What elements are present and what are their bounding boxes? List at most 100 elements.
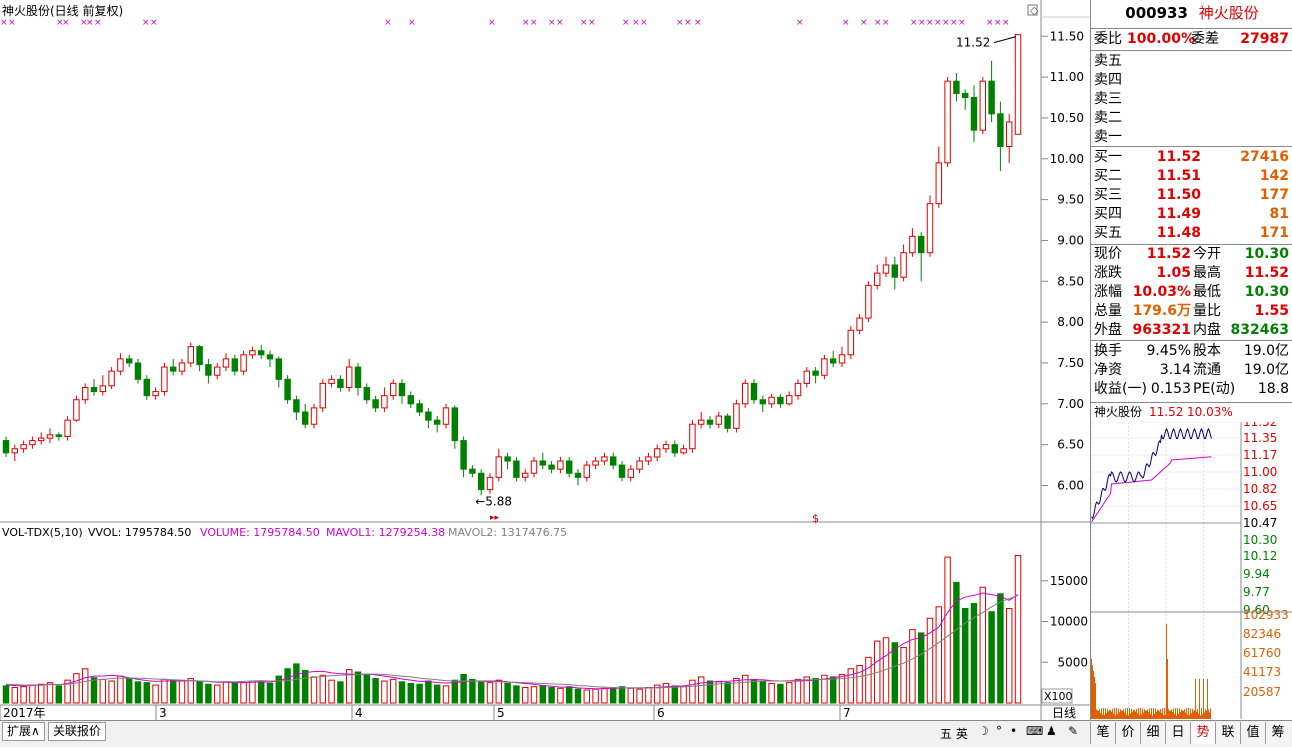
volume-unit-label: X100 xyxy=(1044,690,1073,703)
ime-punct-icon[interactable]: • xyxy=(1010,724,1017,738)
volume-bar xyxy=(125,678,133,704)
volume-bar xyxy=(671,685,679,704)
candle-body xyxy=(354,366,362,388)
stock-name: 神火股份 xyxy=(1198,4,1259,22)
candle-body xyxy=(768,396,775,405)
candle-body xyxy=(389,382,397,397)
volume-bar xyxy=(363,673,371,704)
price-tick-label: 10.00 xyxy=(1050,152,1084,166)
volume-bar xyxy=(301,669,309,704)
price-tick-label: 6.50 xyxy=(1057,438,1084,452)
buy-level-row: 买三 11.50 177 xyxy=(1091,186,1292,205)
weicha-value: 27987 xyxy=(1240,31,1289,47)
candle-body xyxy=(231,358,239,372)
mini-price-label: 11.52 xyxy=(1243,422,1277,429)
buy-price: 11.51 xyxy=(1156,168,1201,184)
candle-body xyxy=(11,448,19,454)
mini-price-label: 9.77 xyxy=(1243,585,1270,599)
volume-bar xyxy=(90,677,98,704)
quote-stat-row: 涨跌 1.05 最高 11.52 xyxy=(1091,264,1292,283)
volume-bar xyxy=(425,680,432,704)
mini-volume-label: 61760 xyxy=(1243,646,1281,660)
stat-value: 1.05 xyxy=(1156,265,1191,281)
period-label[interactable]: 日线 xyxy=(1052,706,1076,720)
quote-tab[interactable]: 细 xyxy=(1140,722,1165,744)
candle-body xyxy=(803,370,811,384)
volume-bar xyxy=(416,683,423,704)
candle-body xyxy=(662,444,670,450)
volume-bar xyxy=(627,687,635,704)
stat-value: 9.45% xyxy=(1146,343,1191,359)
event-x-marker: × xyxy=(694,18,702,28)
event-x-marker: × xyxy=(640,18,648,28)
volume-bar xyxy=(865,656,872,704)
candle-body xyxy=(345,366,353,388)
volume-bar xyxy=(73,673,80,704)
weibi-label: 委比 xyxy=(1094,31,1122,47)
candle-body xyxy=(73,399,80,421)
volume-bar xyxy=(433,684,441,704)
ime-indicator[interactable]: 五 英 xyxy=(940,725,968,742)
candle-body xyxy=(944,80,951,164)
event-x-marker: × xyxy=(926,18,934,28)
intraday-mini-chart[interactable]: 11.52 11.35 11.17 11.00 10.82 10.65 10.47 10.30… xyxy=(1091,422,1292,719)
candle-body xyxy=(134,362,142,380)
volume-bar xyxy=(583,689,591,704)
related-quote-tab[interactable]: 关联报价 xyxy=(48,722,107,741)
quote-tab[interactable]: 值 xyxy=(1240,722,1265,744)
candle-body xyxy=(99,385,107,393)
expand-tab[interactable]: 扩展∧ xyxy=(2,722,45,741)
candle-body xyxy=(653,448,661,458)
volume-bar xyxy=(389,678,397,704)
quote-tab[interactable]: 日 xyxy=(1165,722,1190,744)
volume-bar xyxy=(697,676,705,704)
volume-bar xyxy=(169,679,177,704)
user-icon[interactable]: ♟ xyxy=(1046,724,1057,738)
volume-bar xyxy=(759,681,767,704)
buy-volume: 142 xyxy=(1259,168,1289,184)
high-price-marker: 11.52 xyxy=(956,36,990,50)
month-label: 7 xyxy=(843,706,851,720)
candle-body xyxy=(169,366,177,372)
volume-bar xyxy=(46,682,54,704)
sell-level-row: 卖一 xyxy=(1091,128,1292,147)
candle-body xyxy=(706,419,714,425)
dividend-marker-icon: $ xyxy=(812,512,819,525)
volume-bar xyxy=(504,682,511,704)
stat-value: 832463 xyxy=(1230,322,1289,338)
vvol-value: VVOL: 1795784.50 xyxy=(88,526,191,539)
keyboard-icon[interactable]: ⌨ xyxy=(1026,724,1043,738)
candle-body xyxy=(249,350,256,356)
candle-body xyxy=(557,460,564,470)
volume-bar xyxy=(257,681,265,704)
stat-label: 最低 xyxy=(1193,284,1221,300)
candle-body xyxy=(81,386,89,401)
stat-label: 现价 xyxy=(1094,246,1122,262)
stat-label: 最高 xyxy=(1193,265,1221,281)
candle-body xyxy=(37,437,45,442)
volume-bar xyxy=(829,676,837,704)
kline-chart-area[interactable]: 11.50 11.00 10.50 10.00 9.50 9.00 8.50 8.00 7.50… xyxy=(0,0,1090,720)
candle-body xyxy=(310,407,318,425)
wrench-icon[interactable]: ✎ xyxy=(1068,724,1078,738)
stat-label: 净资 xyxy=(1094,362,1122,378)
quote-tab[interactable]: 联 xyxy=(1215,722,1240,744)
event-x-marker: × xyxy=(860,18,868,28)
quote-tab[interactable]: 势 xyxy=(1190,722,1215,744)
month-label: 4 xyxy=(355,706,363,720)
quote-tab[interactable]: 价 xyxy=(1115,722,1140,744)
candle-body xyxy=(240,354,247,372)
ime-dot-icon[interactable]: ° xyxy=(996,724,1002,738)
mini-price-label: 11.35 xyxy=(1243,431,1277,445)
quote-tab[interactable]: 筹 xyxy=(1265,722,1290,744)
quote-tab[interactable]: 笔 xyxy=(1090,722,1115,744)
volume-bar xyxy=(1014,554,1022,704)
buy-level-label: 买四 xyxy=(1094,206,1122,222)
candle-body xyxy=(891,264,899,278)
volume-bar xyxy=(1005,607,1013,704)
event-x-marker: × xyxy=(986,18,994,28)
mini-price-label: 10.30 xyxy=(1243,533,1277,547)
candle-body xyxy=(425,411,432,421)
ime-moon-icon[interactable]: ☽ xyxy=(978,724,989,738)
candle-body xyxy=(785,395,793,405)
